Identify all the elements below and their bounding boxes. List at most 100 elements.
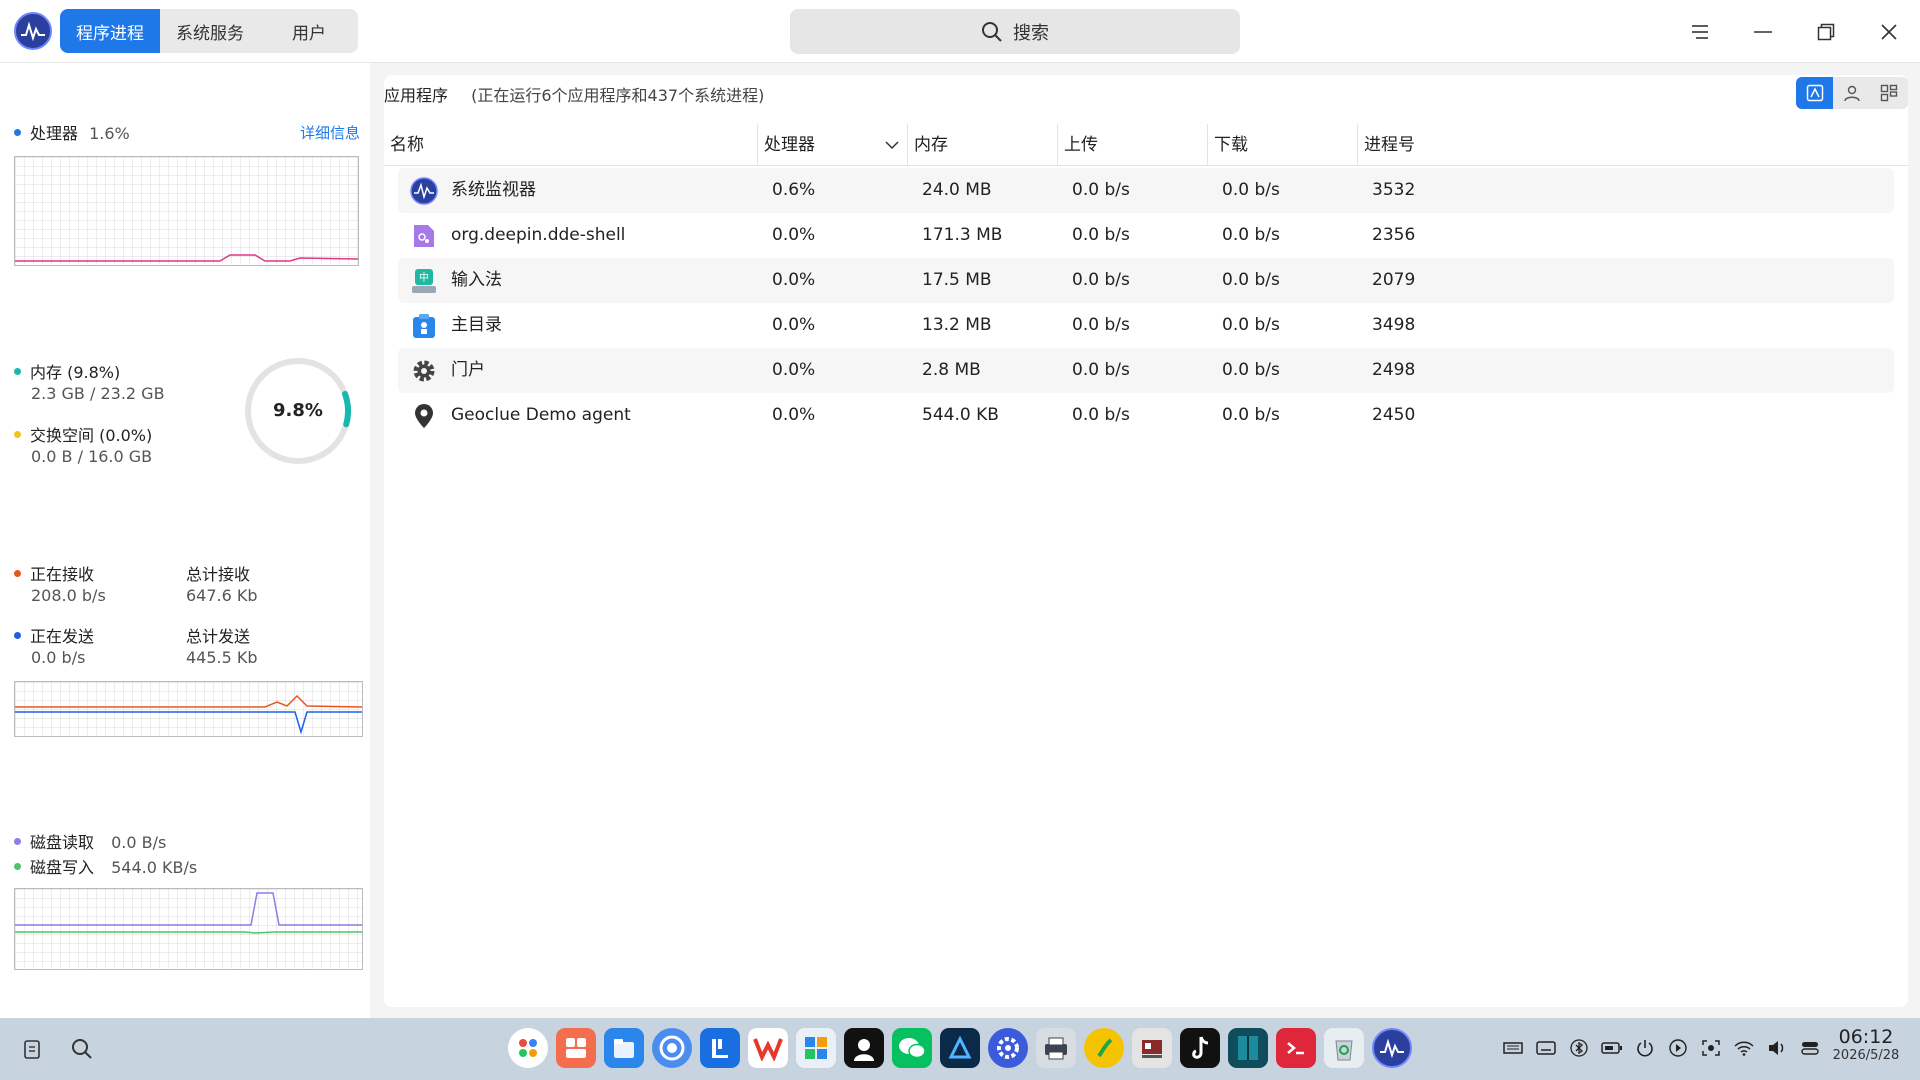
battery-icon[interactable] <box>1599 1034 1624 1062</box>
search-box[interactable]: 搜索 <box>790 9 1240 54</box>
table-row[interactable]: 系统监视器 0.6% 24.0 MB 0.0 b/s 0.0 b/s 3532 <box>398 168 1894 213</box>
clock-time: 06:12 <box>1838 1026 1894 1048</box>
row-upload: 0.0 b/s <box>1072 315 1130 335</box>
multitask-view-icon[interactable] <box>556 1028 596 1068</box>
clipboard-icon <box>24 1040 40 1059</box>
book-reader-icon[interactable] <box>1228 1028 1268 1068</box>
search-label: 搜索 <box>1013 22 1049 44</box>
tab-services[interactable]: 系统服务 <box>160 9 260 53</box>
terminal-icon[interactable] <box>1276 1028 1316 1068</box>
table-row[interactable]: 中 输入法 0.0% 17.5 MB 0.0 b/s 0.0 b/s 2079 <box>398 258 1894 303</box>
power-icon[interactable] <box>1632 1034 1657 1062</box>
close-icon <box>1880 23 1897 40</box>
column-cpu[interactable]: 处理器 <box>758 124 908 166</box>
sort-chevron-down-icon <box>885 141 899 150</box>
minimize-button[interactable] <box>1731 0 1794 63</box>
taskbar-search-button[interactable] <box>62 1018 102 1080</box>
cpu-dot <box>14 129 21 136</box>
disk-read-line <box>15 892 362 926</box>
table-header: 名称 处理器 内存 上传 下载 进程号 <box>384 124 1908 166</box>
row-cpu: 0.0% <box>772 270 816 290</box>
process-table: 系统监视器 0.6% 24.0 MB 0.0 b/s 0.0 b/s 3532 … <box>398 168 1894 438</box>
net-total-recv-value: 647.6 Kb <box>186 586 258 605</box>
net-recv-label: 正在接收 <box>30 565 95 584</box>
trash-icon[interactable] <box>1324 1028 1364 1068</box>
menu-button[interactable] <box>1668 0 1731 63</box>
cpu-detail-link[interactable]: 详细信息 <box>300 122 360 143</box>
row-pid: 2498 <box>1372 360 1416 380</box>
disk-read-label: 磁盘读取 <box>30 833 95 852</box>
row-pid: 3498 <box>1372 315 1416 335</box>
close-button[interactable] <box>1857 0 1920 63</box>
net-send-line <box>15 711 362 735</box>
tab-users[interactable]: 用户 <box>260 9 358 53</box>
table-row[interactable]: org.deepin.dde-shell 0.0% 171.3 MB 0.0 b… <box>398 213 1894 258</box>
user-view-button[interactable] <box>1833 77 1870 109</box>
wechat-icon[interactable] <box>892 1028 932 1068</box>
column-download[interactable]: 下载 <box>1208 124 1358 166</box>
tiktok-icon[interactable] <box>1180 1028 1220 1068</box>
avatar-app-icon[interactable] <box>844 1028 884 1068</box>
control-center-icon[interactable] <box>1797 1034 1822 1062</box>
net-send-dot <box>14 632 21 639</box>
browser-icon[interactable] <box>652 1028 692 1068</box>
table-row[interactable]: 门户 0.0% 2.8 MB 0.0 b/s 0.0 b/s 2498 <box>398 348 1894 393</box>
file-manager-icon[interactable] <box>604 1028 644 1068</box>
net-recv-dot <box>14 570 21 577</box>
app-view-icon <box>1806 84 1823 102</box>
row-download: 0.0 b/s <box>1222 405 1280 425</box>
wifi-icon[interactable] <box>1731 1034 1756 1062</box>
clipboard-button[interactable] <box>12 1018 52 1080</box>
notification-tray-icon[interactable] <box>1500 1034 1525 1062</box>
calculator-icon[interactable] <box>796 1028 836 1068</box>
taskbar: 06:12 2026/5/28 <box>0 1018 1920 1080</box>
device-manager-icon[interactable] <box>1132 1028 1172 1068</box>
screenshot-icon[interactable] <box>1698 1034 1723 1062</box>
memory-usage: 2.3 GB / 23.2 GB <box>31 384 165 403</box>
row-pid: 2079 <box>1372 270 1416 290</box>
section-header: 应用程序 (正在运行6个应用程序和437个系统进程) <box>384 82 764 106</box>
row-name: 门户 <box>451 360 485 380</box>
dock <box>508 1028 1412 1068</box>
system-monitor-icon[interactable] <box>1372 1028 1412 1068</box>
row-pid: 2450 <box>1372 405 1416 425</box>
cpu-label-row: 处理器 1.6% <box>14 120 130 144</box>
disk-write-value: 544.0 KB/s <box>111 858 198 877</box>
row-cpu: 0.6% <box>772 180 816 200</box>
app-store-icon[interactable] <box>700 1028 740 1068</box>
restore-icon <box>1817 23 1834 40</box>
printer-icon[interactable] <box>1036 1028 1076 1068</box>
tree-view-button[interactable] <box>1871 77 1908 109</box>
section-count: (正在运行6个应用程序和437个系统进程) <box>471 86 765 105</box>
keyboard-icon[interactable] <box>1533 1034 1558 1062</box>
net-send-value: 0.0 b/s <box>31 648 86 667</box>
music-player-icon[interactable] <box>1084 1028 1124 1068</box>
table-row[interactable]: 主目录 0.0% 13.2 MB 0.0 b/s 0.0 b/s 3498 <box>398 303 1894 348</box>
cpu-graph <box>14 156 359 266</box>
title-bar: 程序进程 系统服务 用户 搜索 <box>0 0 1920 63</box>
memory-ring-value: 9.8% <box>273 400 323 421</box>
text-editor-icon[interactable] <box>940 1028 980 1068</box>
settings-icon[interactable] <box>988 1028 1028 1068</box>
column-cpu-label: 处理器 <box>764 135 815 155</box>
bluetooth-icon[interactable] <box>1566 1034 1591 1062</box>
wps-office-icon[interactable] <box>748 1028 788 1068</box>
view-mode-switch <box>1796 77 1908 109</box>
volume-icon[interactable] <box>1764 1034 1789 1062</box>
row-download: 0.0 b/s <box>1222 270 1280 290</box>
app-view-button[interactable] <box>1796 77 1834 109</box>
maximize-button[interactable] <box>1794 0 1857 63</box>
launcher-icon[interactable] <box>508 1028 548 1068</box>
row-name: 主目录 <box>451 315 502 335</box>
clock[interactable]: 06:12 2026/5/28 <box>1826 1026 1906 1063</box>
column-name[interactable]: 名称 <box>384 124 758 166</box>
row-upload: 0.0 b/s <box>1072 405 1130 425</box>
column-upload[interactable]: 上传 <box>1058 124 1208 166</box>
user-icon <box>1844 85 1860 102</box>
tab-processes[interactable]: 程序进程 <box>60 9 160 53</box>
column-memory[interactable]: 内存 <box>908 124 1058 166</box>
resource-panel: 处理器 1.6% 详细信息 内存 (9.8%) 2.3 GB / 23.2 GB… <box>0 63 370 1018</box>
column-pid[interactable]: 进程号 <box>1358 124 1908 166</box>
media-play-icon[interactable] <box>1665 1034 1690 1062</box>
table-row[interactable]: Geoclue Demo agent 0.0% 544.0 KB 0.0 b/s… <box>398 393 1894 438</box>
